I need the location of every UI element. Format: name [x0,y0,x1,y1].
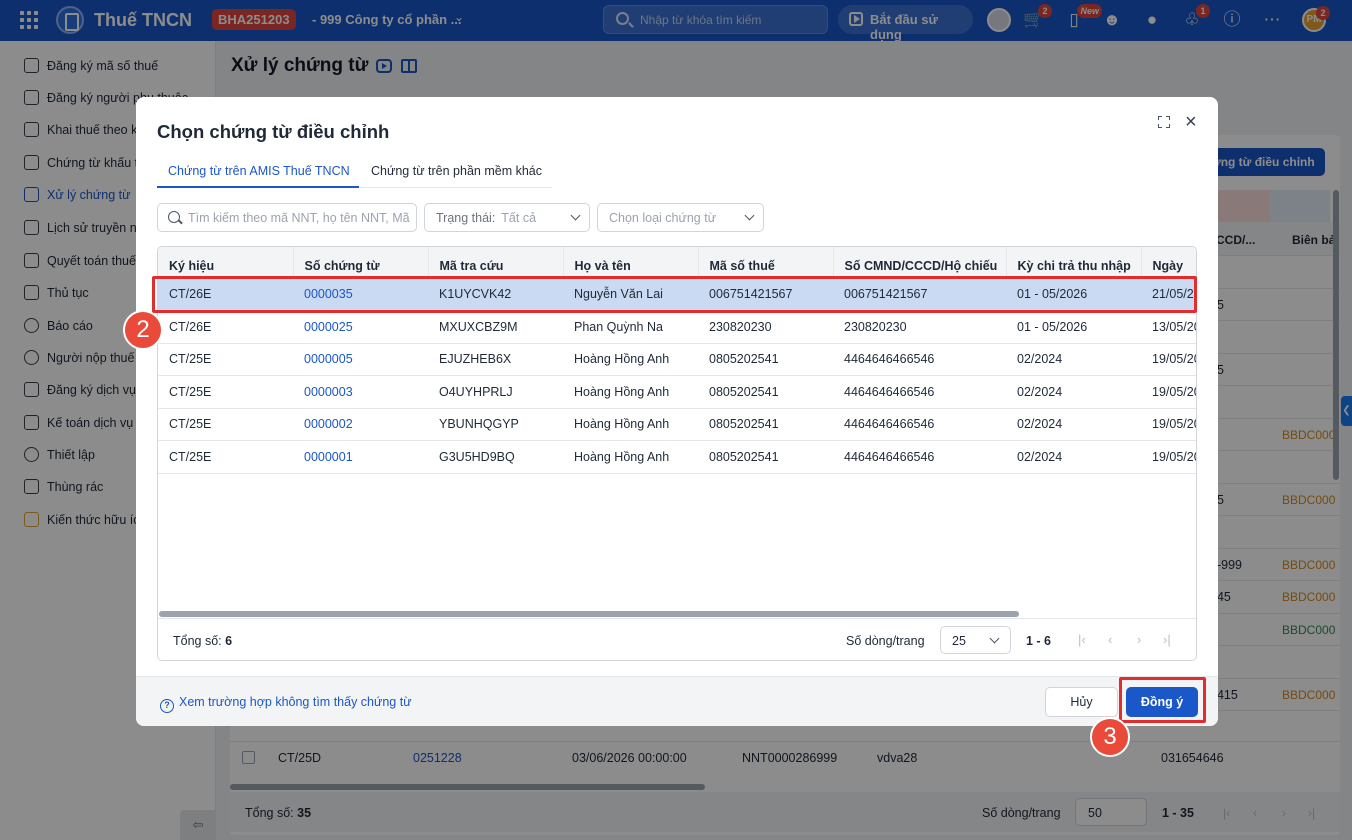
dialog-footer: ? Xem trường hợp không tìm thấy chứng từ … [136,676,1218,726]
cell-so-chung-tu[interactable]: 0000003 [293,375,428,409]
first-page-icon[interactable]: |‹ [1078,632,1086,647]
question-icon: ? [160,699,174,713]
cell-ma-tra-cuu: EJUZHEB6X [428,343,563,376]
total-count: 6 [225,634,233,648]
chevron-down-icon [744,210,755,221]
cell-so-chung-tu[interactable]: 0000025 [293,310,428,344]
page-range: 1 - 6 [1026,634,1052,648]
help-link-text: Xem trường hợp không tìm thấy chứng từ [179,695,412,709]
column-header-ma-so-thue[interactable]: Mã số thuế [698,247,834,278]
cell-cmnd: 4464646466546 [833,440,1006,474]
cell-so-chung-tu[interactable]: 0000005 [293,343,428,376]
cell-ky-chi-tra: 01 - 05/2026 [1006,310,1141,344]
step-badge-confirm: 3 [1090,717,1130,757]
last-page-icon[interactable]: ›| [1163,632,1171,647]
status-value: Tất cả [501,211,537,225]
table-row[interactable]: CT/25E 0000002 YBUNHQGYP Hoàng Hồng Anh 0805… [158,408,1196,441]
cell-ngay: 19/05/2025 [1141,343,1196,376]
cell-cmnd: 230820230 [833,310,1006,344]
table-header-row: Ký hiệu Số chứng từ Mã tra cứu Họ và tên… [158,247,1196,278]
cancel-button[interactable]: Hủy [1045,687,1118,717]
cell-ma-so-thue: 230820230 [698,310,833,344]
search-icon [168,211,180,223]
cell-ngay: 19/05/2025 [1141,375,1196,409]
column-header-kyhieu[interactable]: Ký hiệu [158,247,294,278]
dialog-title: Chọn chứng từ điều chỉnh [157,121,390,142]
active-tab-indicator [157,186,359,188]
cell-ky-chi-tra: 02/2024 [1006,440,1141,474]
cell-ma-so-thue: 0805202541 [698,375,833,409]
rows-per-page-select[interactable]: 25 [940,626,1011,654]
cell-ngay: 19/05/2025 [1141,440,1196,474]
confirm-button-highlight [1119,677,1206,723]
cell-so-chung-tu[interactable]: 0000001 [293,440,428,474]
select-voucher-dialog: Chọn chứng từ điều chỉnh × Chứng từ trên… [136,97,1218,726]
cell-ma-so-thue: 0805202541 [698,343,833,376]
column-header-ma-tra-cuu[interactable]: Mã tra cứu [428,247,564,278]
cell-ky-chi-tra: 02/2024 [1006,343,1141,376]
tab-amis-vouchers[interactable]: Chứng từ trên AMIS Thuế TNCN [168,164,350,178]
chevron-down-icon [570,210,581,221]
table-row[interactable]: CT/25E 0000005 EJUZHEB6X Hoàng Hồng Anh 0805… [158,343,1196,376]
cell-ma-so-thue: 0805202541 [698,440,833,474]
total-label-text: Tổng số: [173,634,222,648]
cell-ho-ten: Hoàng Hồng Anh [563,375,698,409]
cell-cmnd: 4464646466546 [833,408,1006,441]
total-label: Tổng số: 6 [173,634,232,648]
expand-icon[interactable] [1158,116,1170,128]
dialog-tabs: Chứng từ trên AMIS Thuế TNCN Chứng từ tr… [157,157,552,188]
cell-ky-chi-tra: 02/2024 [1006,375,1141,409]
table-row[interactable]: CT/25E 0000003 O4UYHPRLJ Hoàng Hồng Anh 0805… [158,375,1196,409]
cell-ma-tra-cuu: G3U5HD9BQ [428,440,563,474]
voucher-search-input[interactable] [188,209,413,227]
cell-ky-chi-tra: 02/2024 [1006,408,1141,441]
cell-ho-ten: Hoàng Hồng Anh [563,440,698,474]
next-page-icon[interactable]: › [1137,632,1141,647]
column-header-ngay[interactable]: Ngày [1141,247,1196,278]
cell-ngay: 13/05/2026 [1141,310,1196,344]
cell-ma-tra-cuu: YBUNHQGYP [428,408,563,441]
cell-ngay: 19/05/2025 [1141,408,1196,441]
step-badge-select-row: 2 [123,310,163,350]
cell-ma-so-thue: 0805202541 [698,408,833,441]
close-icon[interactable]: × [1185,112,1197,132]
status-filter-label: Trạng thái: Tất cả [436,211,536,225]
prev-page-icon[interactable]: ‹ [1108,632,1112,647]
cell-cmnd: 4464646466546 [833,343,1006,376]
cell-kyhieu: CT/25E [158,343,293,376]
cell-ma-tra-cuu: O4UYHPRLJ [428,375,563,409]
status-label-text: Trạng thái: [436,211,496,225]
column-header-ky-chi-tra[interactable]: Kỳ chi trả thu nhập [1006,247,1142,278]
cell-ho-ten: Hoàng Hồng Anh [563,343,698,376]
cell-kyhieu: CT/25E [158,375,293,409]
column-header-so-chung-tu[interactable]: Số chứng từ [293,247,429,278]
table-row[interactable]: CT/25E 0000001 G3U5HD9BQ Hoàng Hồng Anh 0805… [158,440,1196,474]
cell-kyhieu: CT/25E [158,440,293,474]
voucher-type-placeholder: Chọn loại chứng từ [609,211,717,225]
grid-footer: Tổng số: 6 Số dòng/trang 25 1 - 6 |‹ ‹ ›… [158,618,1196,660]
cell-ho-ten: Hoàng Hồng Anh [563,408,698,441]
cell-kyhieu: CT/25E [158,408,293,441]
cell-so-chung-tu[interactable]: 0000002 [293,408,428,441]
horizontal-scrollbar[interactable] [159,611,1019,617]
selected-row-highlight [152,276,1197,313]
status-filter-dropdown[interactable]: Trạng thái: Tất cả [424,203,590,232]
tab-other-software-vouchers[interactable]: Chứng từ trên phần mềm khác [371,164,542,178]
cell-cmnd: 4464646466546 [833,375,1006,409]
column-header-cmnd[interactable]: Số CMND/CCCD/Hộ chiếu [833,247,1007,278]
chevron-down-icon [989,633,1000,644]
help-link[interactable]: ? Xem trường hợp không tìm thấy chứng từ [160,695,412,713]
rows-per-page-label: Số dòng/trang [846,634,925,648]
voucher-search[interactable] [157,203,417,232]
column-header-ho-ten[interactable]: Họ và tên [563,247,699,278]
voucher-type-dropdown[interactable]: Chọn loại chứng từ [597,203,764,232]
cell-kyhieu: CT/26E [158,310,293,344]
cell-ho-ten: Phan Quỳnh Na [563,310,698,344]
rows-per-page-value: 25 [952,634,966,648]
table-row[interactable]: CT/26E 0000025 MXUXCBZ9M Phan Quỳnh Na 23082… [158,310,1196,344]
cell-ma-tra-cuu: MXUXCBZ9M [428,310,563,344]
